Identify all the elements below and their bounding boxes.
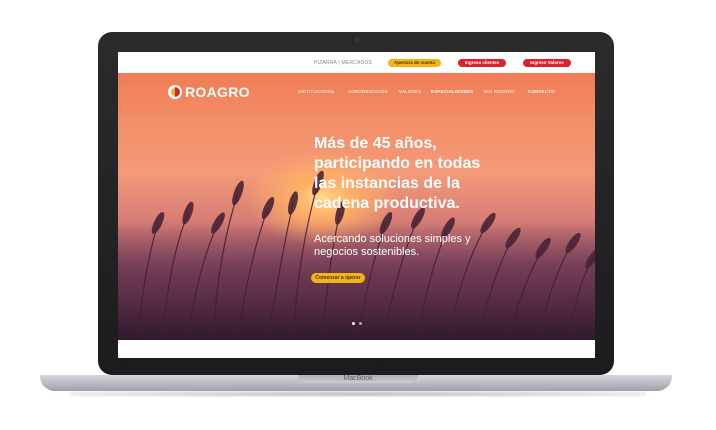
hero-headline: Más de 45 años, participando en todas la… xyxy=(314,134,564,214)
apertura-de-cuenta-button[interactable]: Apertura de cuenta xyxy=(388,59,441,67)
laptop-screen: PIZARRA | MERCADOS Apertura de cuenta In… xyxy=(118,52,595,358)
headline-line: las instancias de la xyxy=(314,175,460,192)
hero-banner: ROAGRO INSTITUCIONAL AGRONEGOCIOS VALORE… xyxy=(118,73,595,340)
ingreso-valores-button[interactable]: Ingreso Valores xyxy=(523,59,571,67)
hero-subtitle: Acercando soluciones simples y negocios … xyxy=(314,233,534,259)
slide-dot[interactable] xyxy=(352,322,355,325)
headline-line: Más de 45 años, xyxy=(314,135,437,152)
nav-especialidades[interactable]: ESPECIALIDADES xyxy=(431,89,473,94)
nav-contacto[interactable]: CONTACTO xyxy=(528,89,555,94)
comenzar-a-operar-button[interactable]: Comenzar a operar xyxy=(311,273,365,283)
laptop-shadow xyxy=(70,391,646,397)
roagro-logo-mark xyxy=(168,85,182,99)
subtitle-line: Acercando soluciones simples y xyxy=(314,233,471,245)
nav-agronegocios[interactable]: AGRONEGOCIOS xyxy=(348,89,388,94)
nav-valores[interactable]: VALORES xyxy=(399,89,421,94)
headline-line: participando en todas xyxy=(314,155,481,172)
subtitle-line: negocios sostenibles. xyxy=(314,246,420,258)
headline-line: cadena productiva. xyxy=(314,195,460,212)
ingreso-clientes-button[interactable]: Ingreso clientes xyxy=(458,59,506,67)
logo-text: ROAGRO xyxy=(185,84,250,100)
camera-icon xyxy=(355,38,359,42)
nav-bio-roagro[interactable]: BIO ROAGRO xyxy=(484,89,515,94)
pizarra-mercados-link[interactable]: PIZARRA | MERCADOS xyxy=(314,60,372,66)
macbook-label: MacBook xyxy=(343,375,373,382)
nav-institucional[interactable]: INSTITUCIONAL xyxy=(298,89,335,94)
roagro-logo[interactable]: ROAGRO xyxy=(168,84,250,100)
slider-dots xyxy=(350,322,364,325)
slide-dot[interactable] xyxy=(359,322,362,325)
top-bar: PIZARRA | MERCADOS Apertura de cuenta In… xyxy=(118,52,595,73)
